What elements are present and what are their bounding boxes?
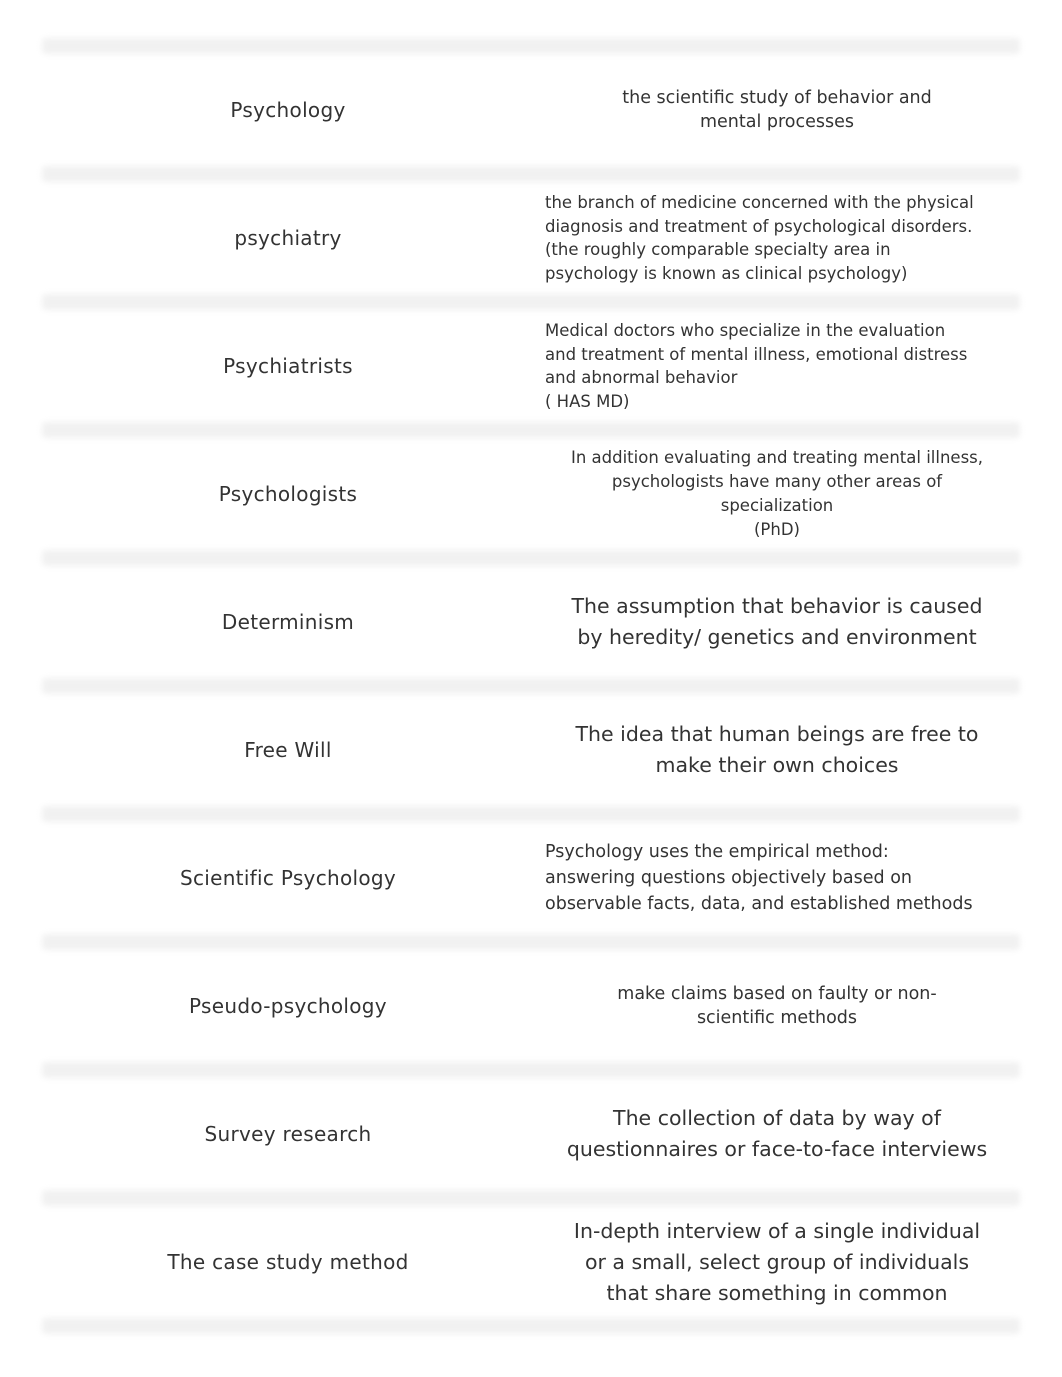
row-divider [42, 806, 1020, 822]
row-divider [42, 550, 1020, 566]
definition: Psychology uses the empirical method: an… [545, 842, 973, 914]
term: Psychologists [218, 482, 358, 506]
definition-cell: The assumption that behavior is caused b… [534, 566, 1020, 678]
definition-cell: Psychology uses the empirical method: an… [534, 822, 1020, 934]
definition: The idea that human beings are free to m… [575, 722, 979, 777]
row-divider [42, 38, 1020, 54]
definition-cell: Medical doctors who specialize in the ev… [534, 310, 1020, 422]
definition-cell: the branch of medicine concerned with th… [534, 182, 1020, 294]
term: Scientific Psychology [179, 866, 397, 890]
flashcard-row: The case study method In-depth interview … [42, 1206, 1020, 1318]
definition: Medical doctors who specialize in the ev… [545, 321, 968, 411]
row-divider [42, 1190, 1020, 1206]
term: Free Will [244, 738, 332, 762]
flashcard-row: Scientific Psychology Psychology uses the… [42, 822, 1020, 934]
flashcard-row: Psychiatrists Medical doctors who special… [42, 310, 1020, 422]
definition: the scientific study of behavior and men… [622, 87, 932, 133]
term: psychiatry [234, 226, 342, 250]
term: Psychology [230, 98, 346, 122]
definition-cell: make claims based on faulty or non- scie… [534, 950, 1020, 1062]
row-divider [42, 166, 1020, 182]
flashcard-row: Free Will The idea that human beings are … [42, 694, 1020, 806]
term: Determinism [221, 610, 355, 634]
flashcard-row: Pseudo-psychology make claims based on fa… [42, 950, 1020, 1062]
row-divider [42, 294, 1020, 310]
definition: The assumption that behavior is caused b… [571, 594, 983, 649]
definition-cell: The collection of data by way of questio… [534, 1078, 1020, 1190]
flashcard-list: Psychology the scientific study of behavi… [42, 38, 1020, 1334]
row-divider [42, 934, 1020, 950]
flashcard-row: Psychology the scientific study of behavi… [42, 54, 1020, 166]
definition: In-depth interview of a single individua… [573, 1218, 981, 1305]
definition: The collection of data by way of questio… [566, 1106, 988, 1161]
definition-cell: the scientific study of behavior and men… [534, 54, 1020, 166]
flashcard-row: psychiatry the branch of medicine concern… [42, 182, 1020, 294]
row-divider [42, 422, 1020, 438]
term: Psychiatrists [223, 354, 353, 378]
definition-cell: In addition evaluating and treating ment… [534, 438, 1020, 550]
flashcard-row: Determinism The assumption that behavior … [42, 566, 1020, 678]
definition-cell: In-depth interview of a single individua… [534, 1206, 1020, 1318]
row-divider [42, 678, 1020, 694]
definition: make claims based on faulty or non- scie… [617, 983, 937, 1029]
flashcard-row: Psychologists In addition evaluating and … [42, 438, 1020, 550]
term: The case study method [167, 1250, 409, 1274]
term: Pseudo-psychology [189, 994, 387, 1018]
flashcard-row: Survey research The collection of data by… [42, 1078, 1020, 1190]
definition: the branch of medicine concerned with th… [545, 193, 974, 283]
definition-cell: The idea that human beings are free to m… [534, 694, 1020, 806]
row-divider [42, 1318, 1020, 1334]
term: Survey research [204, 1122, 372, 1146]
row-divider [42, 1062, 1020, 1078]
definition: In addition evaluating and treating ment… [570, 448, 984, 539]
